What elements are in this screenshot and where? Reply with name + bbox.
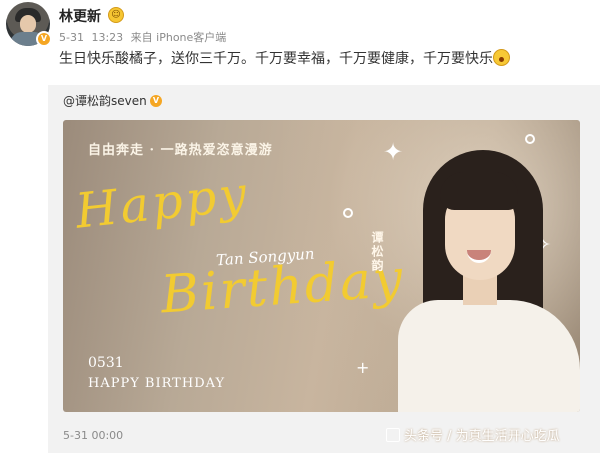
watermark: 头条号 / 为真生活开心吃瓜: [386, 425, 560, 444]
image-tagline: 自由奔走 · 一路热爱恣意漫游: [88, 143, 273, 158]
name-vertical-text: 谭松韵: [370, 231, 384, 273]
repost-author[interactable]: @谭松韵seven: [63, 92, 147, 109]
smiley-emoji-icon: ☺: [108, 7, 124, 23]
ring-decoration: [525, 134, 535, 144]
sparkle-icon: +: [356, 358, 370, 377]
post-text-row: 生日快乐酸橘子，送你三千万。千万要幸福，千万要健康，千万要快乐: [59, 48, 510, 68]
watermark-icon: [386, 428, 400, 442]
post-source[interactable]: 来自 iPhone客户端: [131, 31, 227, 44]
image-happy-birthday: HAPPY BIRTHDAY: [88, 376, 226, 391]
weibo-post: V 林更新 ☺ 5-31 13:23 来自 iPhone客户端 生日快乐酸橘子，…: [0, 0, 600, 453]
post-text: 生日快乐酸橘子，送你三千万。千万要幸福，千万要健康，千万要快乐: [59, 51, 493, 67]
post-meta: 5-31 13:23 来自 iPhone客户端: [59, 29, 230, 45]
birthday-image[interactable]: 自由奔走 · 一路热爱恣意漫游 Happy Birthday Tan Songy…: [63, 120, 580, 412]
surprised-emoji-icon: [493, 49, 510, 66]
ring-decoration: [343, 208, 353, 218]
post-date: 5-31: [59, 31, 84, 44]
repost-verified-badge-icon: V: [150, 95, 162, 107]
image-date: 0531: [88, 355, 124, 371]
post-time: 13:23: [91, 31, 124, 44]
watermark-text: 头条号 / 为真生活开心吃瓜: [404, 429, 560, 444]
repost-timestamp: 5-31 00:00: [63, 429, 124, 442]
verified-badge-icon: V: [36, 31, 52, 47]
author-name[interactable]: 林更新: [59, 6, 101, 26]
portrait-photo: [393, 150, 580, 412]
